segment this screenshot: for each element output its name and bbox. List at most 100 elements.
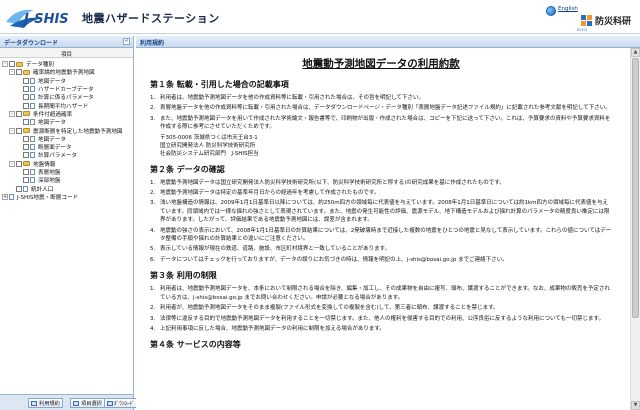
tree-item-label: 計算パラメータ (38, 153, 77, 160)
tree-item-label: 地盤情報 (33, 161, 56, 168)
folder-icon (23, 69, 30, 75)
tree-item[interactable]: 地図データ (2, 77, 133, 85)
terms-item-number: 4. (150, 325, 156, 332)
tree-item[interactable]: - 確率論的地震動予測地図 (2, 68, 133, 76)
tree-item[interactable]: 地図データ (2, 135, 133, 143)
collapse-toggle-icon[interactable]: - (9, 110, 15, 117)
tree-checkbox[interactable] (23, 77, 29, 84)
terms-item-number: 5. (150, 246, 156, 253)
terms-item-text: 地震動予測地図データは国立研究開発法人防災科学技術研究所(以下、防災科学技術研究… (160, 179, 505, 186)
section-title: 第３条 利用の制限 (150, 271, 217, 281)
section-title: 第１条 転載・引用した場合の記載事項 (150, 80, 289, 89)
tree-item[interactable]: + J-SHIS地震・断層コード (2, 193, 133, 201)
tree-checkbox[interactable] (23, 94, 29, 101)
tree-item[interactable]: - データ種別 (2, 60, 133, 68)
tree-item-label: データ種別 (26, 62, 54, 69)
tree-checkbox[interactable] (23, 177, 29, 184)
tree-checkbox[interactable] (16, 185, 22, 192)
contact-address-line: 社会防災システム研究部門 J-SHIS担当 (160, 150, 259, 157)
document-icon (31, 401, 37, 406)
terms-scrollbar[interactable]: ▲ ▼ (630, 48, 640, 410)
select-items-button[interactable]: 項目選択 (70, 398, 105, 408)
tree-column-header: 項目 (0, 48, 133, 58)
terms-item-text: 浅い地盤構造の情報は、2009年1月1日基準日以降については、約250m四方の領… (160, 200, 610, 224)
tree-item-label: 長期間平均ハザード (38, 103, 89, 110)
terms-item-number: 2. (150, 105, 156, 112)
tree-checkbox[interactable] (16, 160, 22, 167)
tree-item-label: 地図データ (38, 120, 66, 127)
download-panel-header: データダウンロード « (0, 36, 133, 48)
terms-button[interactable]: 利用規約 (28, 398, 63, 408)
collapse-toggle-icon[interactable]: - (9, 160, 15, 167)
english-link[interactable]: English (558, 6, 578, 12)
tree-item-label: 地図データ (38, 136, 66, 143)
tree-checkbox[interactable] (16, 69, 22, 76)
tree-checkbox[interactable] (16, 110, 22, 117)
nied-logo[interactable] (580, 14, 594, 28)
select-items-button-label: 項目選択 (81, 401, 102, 407)
download-button[interactable]: ﾀﾞｳﾝﾛｰﾄﾞ (104, 398, 138, 408)
terms-item-number: 1. (150, 95, 156, 101)
terms-sections: 第１条 転載・引用した場合の記載事項 1. 利用者は、地震動予測地図データを他の作成… (150, 79, 612, 350)
collapse-left-button[interactable]: « (123, 38, 130, 45)
document-icon (30, 144, 35, 151)
tree-checkbox[interactable] (23, 169, 29, 175)
scroll-up-arrow-icon[interactable]: ▲ (631, 48, 640, 57)
folder-icon (23, 128, 30, 134)
terms-item-text: また、地震動予測地図データを用いて作成された学術論文・報告書等で、印刷物が出版・… (160, 115, 611, 131)
collapse-toggle-icon[interactable]: - (2, 61, 8, 68)
logo-text: J-SHIS (21, 12, 69, 27)
terms-item-text: 地震動予測地図データは特定の基準年月日からの経過年を考慮して作成されたものです。 (160, 190, 380, 197)
expand-toggle-icon[interactable]: + (2, 193, 8, 200)
tree-checkbox[interactable] (16, 127, 22, 134)
document-icon (30, 169, 35, 175)
tree-item[interactable]: 統計人口 (2, 184, 133, 193)
terms-panel: 利用規約 地震動予測地図データの利用約款 第１条 転載・引用した場合の記載事項 1… (136, 36, 640, 410)
terms-item: 5. 表示している情報が現在の鉄道、道路、施設、市区町村境界と一致していることがあ… (150, 245, 612, 253)
tree-item[interactable]: - 震源断層を特定した地震動予測地図 (2, 126, 133, 135)
scroll-thumb[interactable] (632, 58, 639, 318)
tree-item[interactable]: 表層地盤 (2, 168, 133, 176)
tree-item[interactable]: 計算に係るパラメータ (2, 93, 133, 101)
tree-item[interactable]: 計算パラメータ (2, 151, 133, 159)
terms-item-number: 3. (150, 200, 156, 207)
tree-item-label: 確率論的地震動予測地図 (33, 70, 95, 77)
tree-item-label: 断層面データ (38, 145, 72, 152)
terms-document-title: 地震動予測地図データの利用約款 (302, 58, 460, 70)
data-type-tree: - データ種別 - 確率論的地震動予測地図 地図データ ハザードカーブデータ 計算に係るパラ… (0, 58, 133, 375)
collapse-toggle-icon[interactable]: - (9, 127, 15, 134)
tree-item[interactable]: 長期間平均ハザード (2, 101, 133, 110)
scroll-down-arrow-icon[interactable]: ▼ (631, 401, 640, 410)
terms-item: 1. 利用者は、地震動予測地図データを他の作成資料等に転載・引用された場合は、その… (150, 94, 612, 102)
terms-item: 3. 法律等に違反する目的で地震動予測地図データを利用することを一切禁じます。また… (150, 315, 612, 323)
terms-item: 2. 地震動予測地図データは特定の基準年月日からの経過年を考慮して作成されたもので… (150, 189, 612, 197)
tree-item[interactable]: ハザードカーブデータ (2, 85, 133, 93)
terms-item: 1. 利用者は、地震動予測地図データを、本条において制限される場合を除き、編集・加… (150, 285, 612, 302)
terms-item: 1. 地震動予測地図データは国立研究開発法人防災科学技術研究所(以下、防災科学技術… (150, 179, 612, 187)
tree-item[interactable]: - 地盤情報 (2, 160, 133, 168)
document-icon (30, 86, 35, 93)
collapse-toggle-icon[interactable]: - (9, 69, 15, 76)
tree-checkbox[interactable] (23, 102, 29, 109)
j-shis-logo[interactable]: J-SHIS (4, 4, 76, 30)
tree-checkbox[interactable] (23, 86, 29, 93)
tree-checkbox[interactable] (23, 152, 29, 159)
tree-checkbox[interactable] (23, 144, 29, 151)
tree-item[interactable]: 地図データ (2, 118, 133, 126)
section-title: 第４条 サービスの内容等 (150, 340, 241, 350)
document-icon (30, 102, 35, 109)
terms-item-text: 法律等に違反する目的で地震動予測地図データを利用することを一切禁じます。また、他… (160, 315, 604, 322)
tree-item[interactable]: - 条件付超過確率 (2, 110, 133, 118)
download-button-label: ﾀﾞｳﾝﾛｰﾄﾞ (114, 401, 135, 407)
tree-checkbox[interactable] (23, 135, 29, 142)
tree-checkbox[interactable] (23, 119, 29, 126)
tree-checkbox[interactable] (9, 61, 15, 68)
folder-icon (23, 111, 30, 117)
download-panel-title: データダウンロード (4, 40, 59, 47)
document-icon (30, 152, 35, 159)
terms-content[interactable]: 地震動予測地図データの利用約款 第１条 転載・引用した場合の記載事項 1. 利用者は… (136, 48, 624, 410)
org-sub-label: NIED (577, 28, 588, 32)
globe-icon[interactable] (546, 6, 556, 16)
tree-item[interactable]: 深部地盤 (2, 176, 133, 184)
tree-item[interactable]: 断層面データ (2, 143, 133, 151)
